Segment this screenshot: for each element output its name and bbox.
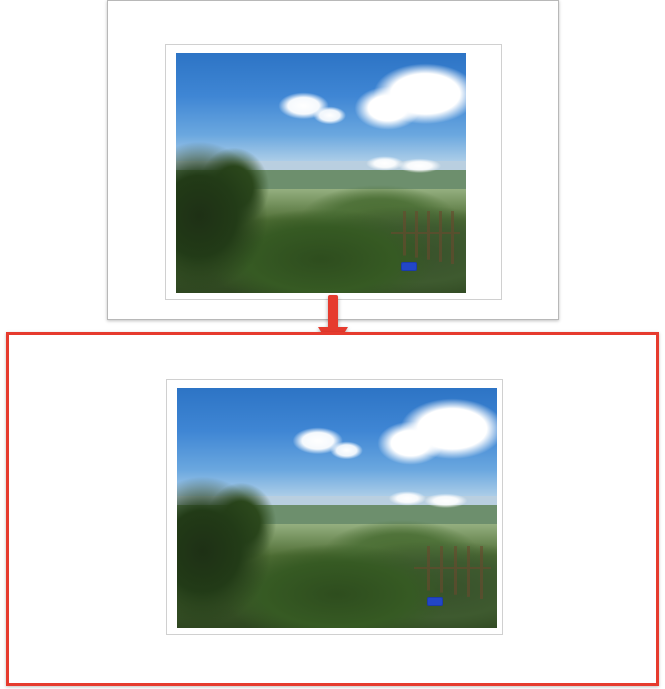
chart-plot-area-before bbox=[176, 53, 466, 293]
document-page-before bbox=[107, 0, 559, 320]
chart-container-before[interactable] bbox=[165, 44, 502, 300]
landscape-photo-icon bbox=[176, 53, 466, 293]
landscape-photo-icon bbox=[177, 388, 497, 628]
chart-container-after[interactable] bbox=[166, 379, 503, 635]
document-page-after bbox=[6, 332, 659, 686]
chart-plot-area-after bbox=[177, 388, 497, 628]
